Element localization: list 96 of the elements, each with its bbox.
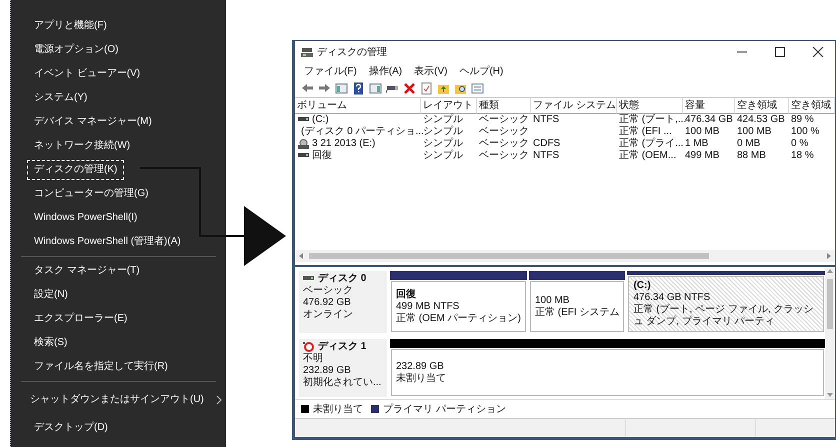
back-arrow-icon[interactable]: [301, 82, 314, 94]
partition-status: 正常 (ブート, ページ ファイル, クラッシュ ダンプ, プライマリ パーティ: [633, 304, 814, 328]
disk-type: 不明: [303, 353, 324, 365]
disk-size: 232.89 GB: [303, 365, 352, 376]
partition-size: 100 MB: [535, 294, 570, 306]
menu-item[interactable]: コンピューターの管理(G): [27, 184, 156, 204]
table-cell-text: NTFS: [532, 150, 560, 162]
table-cell: 3 21 2013 (E:): [312, 138, 376, 150]
partition-size: 476.34 GB NTFS: [633, 292, 712, 304]
menu-bar-item[interactable]: 操作(A): [364, 64, 408, 78]
table-cell-text: 正常 (EFI ...: [618, 126, 673, 138]
column-header[interactable]: 容量: [683, 98, 735, 114]
menu-item[interactable]: エクスプローラー(E): [27, 309, 134, 329]
menu-item[interactable]: イベント ビューアー(V): [27, 64, 148, 84]
table-cell-text: 正常 (プライ...: [618, 138, 683, 150]
disk-status: オンライン: [303, 309, 354, 321]
partition-box[interactable]: (C:) 476.34 GB NTFS 正常 (ブート, ページ ファイル, クラッシュ ダンプ, プライマリ パーティ: [628, 276, 824, 332]
table-cell-text: 1 MB: [684, 138, 710, 150]
disk-size: 476.92 GB: [303, 297, 352, 309]
menu-item[interactable]: Windows PowerShell(I): [27, 208, 144, 228]
legend-label: 未割り当て: [313, 402, 363, 416]
table-cell-text: 100 MB: [736, 126, 772, 138]
table-cell-text: 424.53 GB: [736, 114, 786, 126]
menu-item[interactable]: Windows PowerShell (管理者)(A): [27, 232, 188, 252]
column-header[interactable]: 種類: [477, 98, 531, 114]
partition-label: (C:): [633, 280, 652, 292]
disk-name: ディスク 0: [318, 273, 366, 285]
menu-item[interactable]: シャットダウンまたはサインアウト(U): [23, 390, 211, 410]
partition-status: 正常 (OEM パーティション): [396, 312, 521, 324]
menu-item[interactable]: デスクトップ(D): [27, 418, 115, 438]
disk-name: ディスク 1: [318, 341, 366, 353]
list-icon[interactable]: [471, 82, 484, 94]
menu-item[interactable]: タスク マネージャー(T): [27, 261, 147, 281]
table-cell-text: 0 %: [790, 138, 810, 150]
partition-box[interactable]: 回復 499 MB NTFS 正常 (OEM パーティション): [391, 281, 526, 332]
column-header[interactable]: レイアウト: [421, 98, 477, 114]
table-cell-text: 18 %: [790, 150, 815, 162]
column-header[interactable]: 状態: [617, 98, 683, 114]
column-header[interactable]: 空き領域: [789, 98, 835, 114]
table-cell-text: シンプル: [422, 150, 464, 162]
forward-arrow-icon[interactable]: [318, 82, 331, 94]
table-cell-text: 正常 (OEM...: [618, 150, 678, 162]
table-cell: 回復: [312, 150, 332, 162]
partition-status: 未割り当て: [396, 372, 447, 384]
menu-bar-item[interactable]: 表示(V): [409, 64, 452, 78]
menu-item[interactable]: 電源オプション(O): [27, 40, 126, 60]
help-icon[interactable]: [352, 82, 365, 94]
table-cell-text: シンプル: [422, 138, 464, 150]
partition-box[interactable]: 232.89 GB 未割り当て: [391, 349, 824, 396]
partition-status: 正常 (EFI システム: [535, 306, 620, 318]
table-cell-text: 0 MB: [736, 138, 762, 150]
checklist-icon[interactable]: [420, 82, 433, 94]
column-header[interactable]: ファイル システム: [531, 98, 617, 114]
pane-icon[interactable]: [335, 82, 348, 94]
horizontal-scrollbar[interactable]: [295, 250, 835, 262]
disk-type: ベーシック: [303, 285, 354, 297]
partition-box[interactable]: 100 MB 正常 (EFI システム: [530, 281, 624, 332]
pane-icon[interactable]: [369, 82, 382, 94]
menu-item[interactable]: ファイル名を指定して実行(R): [27, 357, 175, 377]
legend-label: プライマリ パーティション: [383, 402, 506, 416]
menu-item[interactable]: 検索(S): [27, 333, 74, 353]
disk-status: 初期化されてい...: [303, 377, 382, 389]
menu-item[interactable]: デバイス マネージャー(M): [27, 112, 159, 132]
menu-item[interactable]: ディスクの管理(K): [27, 160, 124, 180]
table-cell-text: ベーシック: [478, 114, 530, 126]
table-cell-text: 499 MB: [684, 150, 720, 162]
table-cell-text: 89 %: [790, 114, 815, 126]
partition-size: 499 MB NTFS: [396, 300, 460, 312]
close-icon: [812, 47, 824, 57]
table-cell: (ディスク 0 パーティショ...: [301, 126, 424, 138]
column-header[interactable]: ボリューム: [295, 98, 421, 114]
partition-size: 232.89 GB: [396, 360, 445, 372]
menu-item[interactable]: アプリと機能(F): [27, 16, 114, 36]
menu-item[interactable]: システム(Y): [27, 88, 94, 108]
window-title: ディスクの管理: [317, 46, 388, 59]
menu-item[interactable]: ネットワーク接続(W): [27, 136, 138, 156]
table-cell-text: 正常 (ブート,...: [618, 114, 683, 126]
menu-bar-item[interactable]: ファイル(F): [299, 64, 362, 78]
menu-bar-item[interactable]: ヘルプ(H): [454, 64, 508, 78]
menu-item[interactable]: 設定(N): [27, 285, 75, 305]
maximize-icon: [774, 47, 786, 57]
table-cell: (C:): [312, 114, 329, 126]
table-cell-text: ベーシック: [478, 150, 530, 162]
table-cell-text: シンプル: [422, 114, 464, 126]
table-cell-text: 88 MB: [736, 150, 767, 162]
table-cell-text: CDFS: [532, 138, 562, 150]
column-header[interactable]: 空き領域: [735, 98, 789, 114]
table-cell-text: 100 MB: [684, 126, 720, 138]
delete-icon[interactable]: [403, 82, 416, 94]
table-cell-text: 100 %: [790, 126, 820, 138]
table-cell-text: NTFS: [532, 114, 560, 126]
partition-label: 回復: [396, 288, 417, 300]
table-cell-text: ベーシック: [478, 138, 530, 150]
vertical-scrollbar[interactable]: [825, 267, 835, 399]
disk-management-icon: [301, 46, 313, 58]
table-cell-text: ベーシック: [478, 126, 530, 138]
